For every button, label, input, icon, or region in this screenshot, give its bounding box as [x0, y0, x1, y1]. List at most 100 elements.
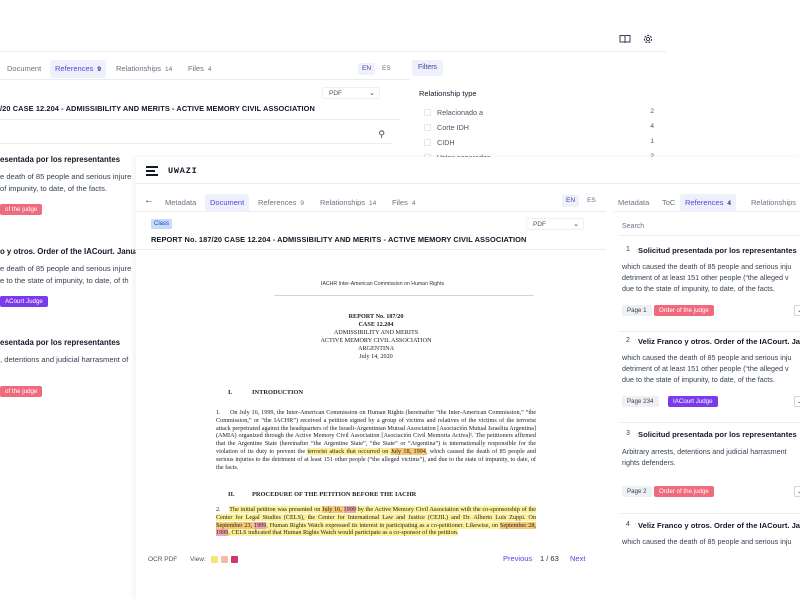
paragraph-2[interactable]: 2. The initial petition was presented on…: [216, 506, 537, 537]
checkbox[interactable]: [424, 109, 431, 116]
highlight[interactable]: July 18, 1994: [390, 447, 426, 455]
tab-label: References: [55, 64, 94, 73]
document-footer: OCR PDF View: Previous 1 / 63 Next: [136, 550, 606, 572]
checkbox[interactable]: [424, 139, 431, 146]
highlight[interactable]: September 23,: [216, 521, 254, 529]
tab-label: ToC: [662, 198, 676, 207]
tab-document[interactable]: Document: [2, 60, 46, 78]
gear-icon[interactable]: [642, 33, 654, 45]
checkbox[interactable]: [424, 124, 431, 131]
page-badge: Page 1: [622, 305, 652, 316]
next-page-button[interactable]: Next: [570, 554, 585, 563]
reference-card[interactable]: 4 Veliz Franco y otros. Order of the IAC…: [620, 521, 800, 561]
highlight[interactable]: terrorist attack that occurred on: [307, 447, 391, 455]
lang-es[interactable]: ES: [583, 195, 600, 207]
chevron-down-icon[interactable]: ⌄: [794, 396, 800, 407]
filters-panel: Filters Relationship type Relacionado a 2…: [410, 60, 666, 162]
tab-count: 4: [207, 66, 212, 73]
divider: [274, 295, 534, 296]
tab-relationships[interactable]: Relationships 14: [111, 60, 177, 78]
reference-text: e to the state of impunity, to date, of …: [0, 276, 129, 285]
section-heading: PROCEDURE OF THE PETITION BEFORE THE IAC…: [252, 491, 417, 498]
back-search-bar[interactable]: ⚲: [0, 126, 393, 144]
back-reference-2[interactable]: o y otros. Order of the IACourt. January…: [0, 246, 147, 307]
back-reference-1[interactable]: esentada por los representantes e death …: [0, 154, 131, 215]
arrow-left-icon[interactable]: ←: [144, 195, 154, 206]
paragraph-1[interactable]: 1. On July 16, 1999, the Inter-American …: [216, 409, 536, 471]
tab-count: 9: [97, 66, 101, 73]
tab-toc[interactable]: ToC: [657, 194, 680, 212]
tab-relationships[interactable]: Relationships 14: [315, 194, 381, 212]
highlight[interactable]: The initial petition was presented on: [229, 506, 322, 513]
highlight[interactable]: July 16,: [322, 506, 344, 513]
highlight-color-swatch[interactable]: [231, 556, 238, 563]
ocr-pdf-button[interactable]: OCR PDF: [148, 556, 177, 563]
tab-files[interactable]: Files 4: [183, 60, 216, 78]
reference-number: 3: [626, 430, 630, 437]
app-logo: UWAZI: [168, 166, 198, 176]
tab-references[interactable]: References 9: [50, 60, 106, 78]
reference-heading: esentada por los representantes: [0, 155, 121, 164]
document-title: /20 CASE 12.204 - ADMISSIBILITY AND MERI…: [0, 104, 315, 113]
relationship-type-pill: Order of the judge: [654, 486, 714, 497]
highlight[interactable]: September 28,: [499, 521, 536, 529]
tab-label: Relationships: [320, 198, 366, 207]
reference-card[interactable]: 2 Veliz Franco y otros. Order of the IAC…: [620, 337, 800, 423]
reference-number: 2: [626, 337, 630, 344]
tab-references[interactable]: References 9: [253, 194, 309, 212]
highlight[interactable]: , CELS indicated that Human Rights Watch…: [228, 529, 458, 536]
tab-label: Document: [7, 64, 42, 73]
reference-card[interactable]: 1 Solicitud presentada por los represent…: [620, 246, 800, 332]
lang-en[interactable]: EN: [358, 63, 376, 75]
filter-count: 4: [650, 123, 654, 130]
reference-heading: esentada por los representantes: [0, 338, 121, 347]
tab-references[interactable]: References 4: [680, 194, 736, 212]
chevron-down-icon[interactable]: ⌄: [794, 486, 800, 497]
reference-heading: o y otros. Order of the IACourt. January: [0, 247, 147, 256]
reference-heading: Veliz Franco y otros. Order of the IACou…: [638, 521, 800, 530]
reference-heading: Veliz Franco y otros. Order of the IACou…: [638, 337, 800, 346]
lang-en[interactable]: EN: [562, 195, 580, 207]
back-reference-3[interactable]: esentada por los representantes , detent…: [0, 337, 128, 397]
previous-page-button[interactable]: Previous: [503, 554, 532, 563]
chevron-down-icon[interactable]: ⌄: [794, 305, 800, 316]
lang-es[interactable]: ES: [378, 63, 395, 75]
tab-metadata[interactable]: Metadata: [160, 194, 201, 212]
book-icon[interactable]: [619, 33, 631, 45]
highlight-color-swatch[interactable]: [211, 556, 218, 563]
filter-option[interactable]: CIDH 1: [424, 138, 654, 147]
menu-icon[interactable]: [146, 166, 158, 178]
pdf-select[interactable]: PDF ⌄: [526, 218, 584, 230]
reference-text: , detentions and judicial harrasment of: [0, 355, 129, 364]
reference-card[interactable]: 3 Solicitud presentada por los represent…: [620, 430, 800, 514]
references-sidepanel: Metadata ToC References 4 Relationships S…: [613, 184, 800, 600]
search-placeholder: Search: [622, 223, 645, 230]
highlight[interactable]: , Human Rights Watch expressed its inter…: [266, 522, 500, 529]
filters-button[interactable]: Filters: [412, 60, 444, 76]
highlight[interactable]: 1999: [253, 521, 267, 529]
highlight-color-swatch[interactable]: [221, 556, 228, 563]
filter-label: Corte IDH: [437, 123, 469, 132]
tab-relationships[interactable]: Relationships: [746, 194, 800, 212]
tab-count: 4: [411, 200, 416, 207]
highlight[interactable]: 1999: [343, 506, 356, 513]
reference-heading: Solicitud presentada por los representan…: [638, 430, 797, 439]
filter-option[interactable]: Corte IDH 4: [424, 123, 654, 132]
tab-count: 4: [727, 200, 731, 207]
tab-files[interactable]: Files 4: [387, 194, 420, 212]
search-icon[interactable]: ⚲: [378, 129, 385, 140]
reference-pill: of the judge: [0, 204, 43, 215]
tab-label: Files: [392, 198, 408, 207]
pdf-page[interactable]: IACHR Inter-American Commission on Human…: [136, 251, 606, 551]
pdf-select[interactable]: PDF ⌄: [322, 87, 380, 99]
tab-label: References: [685, 198, 724, 207]
tab-metadata[interactable]: Metadata: [613, 194, 654, 212]
tab-label: Files: [188, 64, 204, 73]
reference-text: which caused the death of 85 people and …: [622, 262, 792, 271]
search-input[interactable]: Search: [620, 218, 800, 236]
filter-option[interactable]: Relacionado a 2: [424, 108, 654, 117]
reference-text: rights defenders.: [622, 458, 676, 467]
tab-label: Metadata: [618, 198, 650, 207]
tab-document[interactable]: Document: [205, 194, 250, 212]
highlight[interactable]: 1999: [216, 529, 229, 537]
